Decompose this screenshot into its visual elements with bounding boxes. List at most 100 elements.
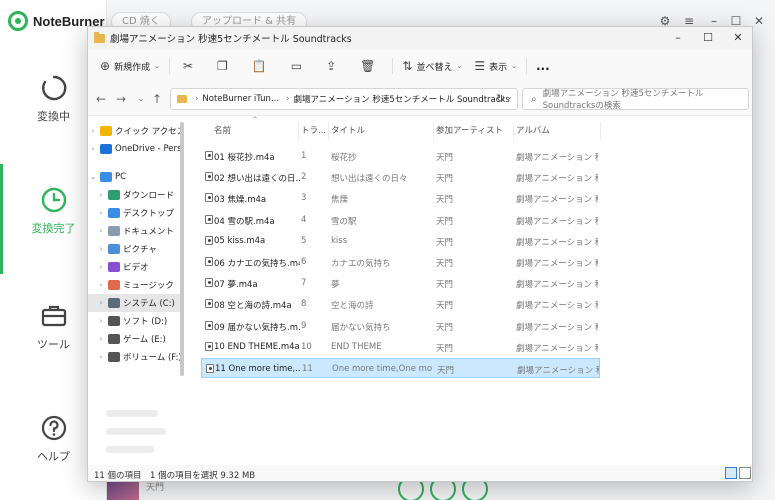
nav-tree-item[interactable]: › ボリューム (F:) bbox=[88, 348, 180, 366]
nav-tree-item[interactable]: › ミュージック bbox=[88, 276, 180, 294]
file-row[interactable]: 10 END THEME.m4a10 END THEME 天門 劇場アニメーション 秒… bbox=[201, 337, 600, 357]
column-divider[interactable] bbox=[600, 122, 601, 140]
chevron-right-icon[interactable]: › bbox=[96, 191, 106, 199]
nav-scrollbar[interactable] bbox=[180, 122, 184, 376]
refresh-icon[interactable]: ↻ bbox=[496, 92, 505, 105]
cut-button[interactable]: ✂ bbox=[173, 55, 207, 77]
share-icon: ⇪ bbox=[326, 59, 337, 73]
chevron-down-icon: ⌄ bbox=[456, 62, 463, 70]
nav-tree-item[interactable]: › デスクトップ bbox=[88, 204, 180, 222]
file-row[interactable]: 01 桜花抄.m4a 1 桜花抄 天門 劇場アニメーション 秒... bbox=[201, 146, 600, 166]
search-box[interactable]: ⌕ 劇場アニメーション 秒速5センチメートル Soundtracksの検索 bbox=[522, 87, 749, 111]
chevron-right-icon[interactable]: › bbox=[96, 227, 106, 235]
chevron-down-icon[interactable]: ⌄ bbox=[506, 92, 513, 101]
maximize-button[interactable]: ☐ bbox=[694, 27, 722, 49]
file-album: 劇場アニメーション 秒... bbox=[517, 366, 599, 376]
column-header-name[interactable]: 名前 bbox=[214, 124, 231, 140]
sort-button[interactable]: ⇅ 並べ替え ⌄ bbox=[396, 55, 468, 77]
up-arrow-icon[interactable]: ↑ bbox=[148, 90, 166, 108]
nav-tree-item[interactable]: › ビデオ bbox=[88, 258, 180, 276]
sort-up-icon: ^ bbox=[252, 116, 258, 124]
nav-tree-item[interactable]: › システム (C:) bbox=[88, 294, 180, 312]
nav-tree-item[interactable]: › OneDrive - Persor bbox=[88, 140, 180, 158]
column-header-album[interactable]: アルバム bbox=[516, 124, 550, 140]
address-bar[interactable]: › NoteBurner iTun... › 劇場アニメーション 秒速5センチメ… bbox=[170, 88, 518, 110]
column-header-artist[interactable]: 参加アーティスト bbox=[436, 124, 503, 140]
nav-tree-item[interactable]: › ダウンロード bbox=[88, 186, 180, 204]
rename-icon: ▭ bbox=[290, 59, 303, 73]
file-row[interactable]: 03 焦燥.m4a 3 焦燥 天門 劇場アニメーション 秒... bbox=[201, 188, 600, 208]
file-row[interactable]: 11 One more time,... 11 One more time,One … bbox=[201, 358, 600, 378]
close-icon[interactable]: ✕ bbox=[752, 14, 766, 28]
clipboard-icon: 📋 bbox=[251, 59, 267, 73]
nav-tree-item[interactable]: › ソフト (D:) bbox=[88, 312, 180, 330]
breadcrumb-item[interactable]: 劇場アニメーション 秒速5センチメートル Soundtracks bbox=[293, 93, 509, 105]
chevron-right-icon[interactable]: › bbox=[96, 281, 106, 289]
column-divider[interactable] bbox=[328, 122, 329, 140]
nav-tree-item[interactable]: ⌄ PC bbox=[88, 168, 180, 186]
divider bbox=[392, 58, 394, 74]
new-button[interactable]: ⊕ 新規作成 ⌄ bbox=[94, 55, 166, 77]
rename-button[interactable]: ▭ bbox=[281, 55, 316, 77]
pc-icon bbox=[100, 172, 112, 182]
file-row[interactable]: 02 想い出は遠くの日...2 想い出は遠くの日々 天門 劇場アニメーション 秒... bbox=[201, 167, 600, 187]
paste-button[interactable]: 📋 bbox=[242, 55, 281, 77]
column-divider[interactable] bbox=[433, 122, 434, 140]
tiles-view-icon[interactable] bbox=[739, 467, 751, 479]
back-arrow-icon[interactable]: ← bbox=[92, 90, 110, 108]
chevron-right-icon[interactable]: › bbox=[96, 335, 106, 343]
file-row[interactable]: 09 届かない気持ち.m...9 届かない気持ち 天門 劇場アニメーション 秒... bbox=[201, 316, 600, 336]
file-row[interactable]: 05 kiss.m4a 5 kiss 天門 劇場アニメーション 秒... bbox=[201, 231, 600, 251]
column-divider[interactable] bbox=[513, 122, 514, 140]
file-track: 7 bbox=[301, 278, 307, 289]
file-row[interactable]: 08 空と海の詩.m4a 8 空と海の詩 天門 劇場アニメーション 秒... bbox=[201, 294, 600, 314]
column-header-track[interactable]: トラ... bbox=[301, 124, 326, 140]
window-title: 劇場アニメーション 秒速5センチメートル Soundtracks bbox=[110, 34, 352, 45]
delete-button[interactable]: 🗑 bbox=[350, 55, 389, 77]
file-row[interactable]: 04 雪の駅.m4a 4 雪の駅 天門 劇場アニメーション 秒... bbox=[201, 210, 600, 230]
nav-tree-label: デスクトップ bbox=[123, 209, 175, 219]
search-input[interactable]: 劇場アニメーション 秒速5センチメートル Soundtracksの検索 bbox=[543, 87, 748, 111]
nav-tree-item[interactable]: › ピクチャ bbox=[88, 240, 180, 258]
nav-tree-label: ドキュメント bbox=[123, 227, 175, 237]
divider bbox=[525, 58, 527, 74]
chevron-right-icon[interactable]: › bbox=[96, 299, 106, 307]
chevron-right-icon[interactable]: › bbox=[96, 353, 106, 361]
chevron-right-icon[interactable]: › bbox=[96, 245, 106, 253]
copy-button[interactable]: ❐ bbox=[207, 55, 242, 77]
view-button-label: 表示 bbox=[489, 62, 508, 73]
chevron-right-icon[interactable]: › bbox=[88, 127, 98, 135]
file-track: 6 bbox=[301, 257, 307, 267]
chevron-right-icon[interactable]: › bbox=[96, 209, 106, 217]
details-view-icon[interactable] bbox=[725, 467, 737, 479]
file-title: カナエの気持ち bbox=[331, 259, 391, 269]
chevron-right-icon[interactable]: › bbox=[96, 317, 106, 325]
file-name: 10 END THEME.m4a bbox=[214, 341, 300, 352]
file-row[interactable]: 06 カナエの気持ち.m4a6 カナエの気持ち 天門 劇場アニメーション 秒... bbox=[201, 252, 600, 272]
more-options-button[interactable]: ... bbox=[530, 55, 556, 77]
nav-tree-item[interactable]: › ドキュメント bbox=[88, 222, 180, 240]
column-header-title[interactable]: タイトル bbox=[331, 124, 365, 140]
column-divider[interactable] bbox=[298, 122, 299, 140]
file-album: 劇場アニメーション 秒... bbox=[516, 174, 598, 185]
music-icon bbox=[108, 280, 120, 290]
share-button[interactable]: ⇪ bbox=[316, 55, 350, 77]
file-row[interactable]: 07 夢.m4a 7 夢 天門 劇場アニメーション 秒... bbox=[201, 273, 600, 293]
nav-tree-item[interactable]: › クイック アクセス bbox=[88, 122, 180, 140]
nav-tree-item[interactable]: › ゲーム (E:) bbox=[88, 330, 180, 348]
file-album: 劇場アニメーション 秒... bbox=[516, 259, 598, 269]
forward-arrow-icon[interactable]: → bbox=[112, 90, 130, 108]
chevron-down-icon[interactable]: ⌄ bbox=[88, 173, 98, 181]
chevron-right-icon[interactable]: › bbox=[88, 145, 98, 153]
file-album: 劇場アニメーション 秒... bbox=[516, 343, 598, 354]
download-icon bbox=[108, 190, 120, 200]
close-button[interactable]: ✕ bbox=[724, 27, 752, 49]
explorer-window: 劇場アニメーション 秒速5センチメートル Soundtracks – ☐ ✕ ⊕… bbox=[87, 26, 753, 482]
view-list-icon: ☰ bbox=[474, 59, 486, 73]
breadcrumb-item[interactable]: NoteBurner iTun... bbox=[202, 94, 279, 104]
minimize-button[interactable]: – bbox=[664, 27, 692, 49]
chevron-right-icon[interactable]: › bbox=[96, 263, 106, 271]
file-title: 届かない気持ち bbox=[331, 322, 391, 333]
chevron-right-icon: › bbox=[195, 94, 199, 104]
view-button[interactable]: ☰ 表示 ⌄ bbox=[468, 55, 523, 77]
